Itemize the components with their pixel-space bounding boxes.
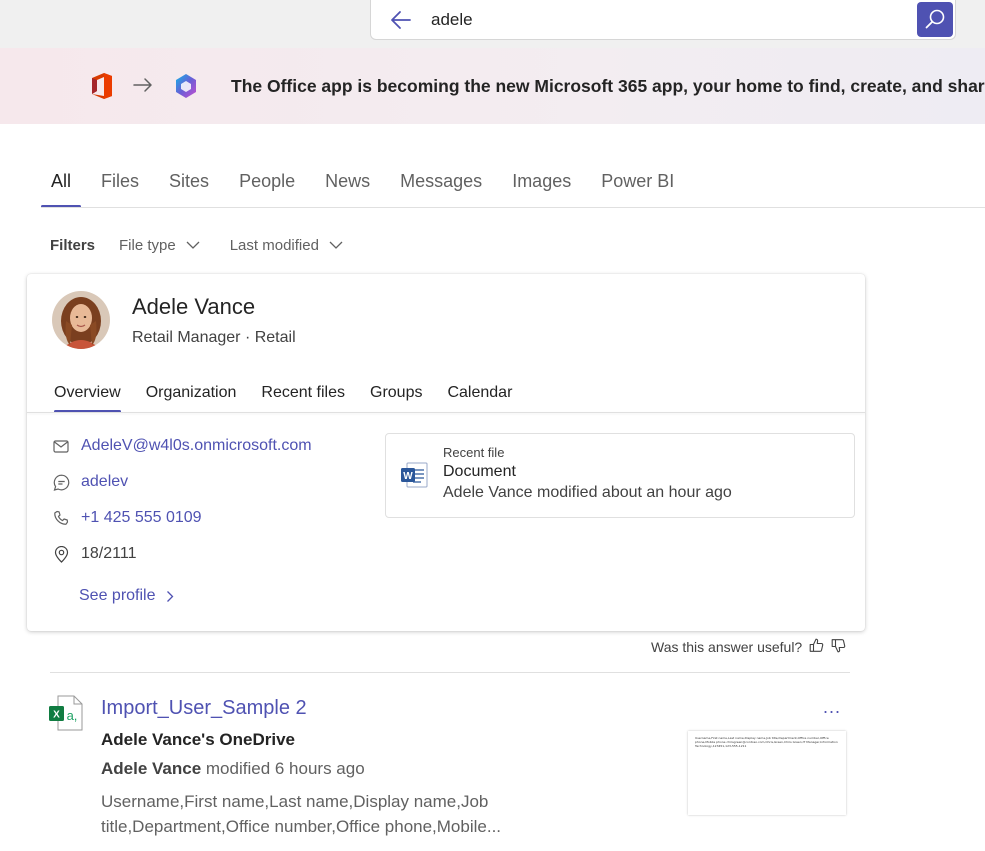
results-divider bbox=[50, 672, 850, 673]
feedback-question: Was this answer useful? bbox=[651, 639, 803, 655]
avatar[interactable] bbox=[52, 291, 110, 349]
file-type-filter[interactable]: File type bbox=[119, 237, 200, 254]
tab-images[interactable]: Images bbox=[502, 170, 581, 208]
email-link[interactable]: AdeleV@w4l0s.onmicrosoft.com bbox=[81, 437, 312, 455]
tab-news[interactable]: News bbox=[315, 170, 380, 208]
announcement-banner: The Office app is becoming the new Micro… bbox=[0, 48, 985, 124]
tab-overview[interactable]: Overview bbox=[54, 384, 121, 413]
result-thumbnail[interactable]: Username,First name,Last name,Display na… bbox=[688, 731, 846, 815]
tab-calendar[interactable]: Calendar bbox=[447, 384, 512, 413]
see-profile-label: See profile bbox=[79, 587, 156, 604]
recent-file-label: Recent file bbox=[443, 445, 505, 460]
last-modified-filter[interactable]: Last modified bbox=[230, 237, 343, 254]
result-source: Adele Vance's OneDrive bbox=[101, 730, 295, 749]
filters-label: Filters bbox=[50, 237, 96, 254]
tab-organization[interactable]: Organization bbox=[146, 384, 237, 413]
chat-link[interactable]: adelev bbox=[81, 473, 128, 491]
result-modified-by: Adele Vance bbox=[101, 759, 202, 778]
phone-icon bbox=[52, 509, 70, 527]
person-tabs: Overview Organization Recent files Group… bbox=[54, 384, 537, 413]
more-options-button[interactable]: ... bbox=[823, 697, 841, 718]
filters-bar: Filters File type Last modified bbox=[50, 237, 373, 254]
svg-text:X: X bbox=[53, 710, 60, 721]
thumbs-up-icon[interactable] bbox=[809, 638, 824, 656]
banner-message: The Office app is becoming the new Micro… bbox=[231, 76, 985, 96]
thumbnail-text: Username,First name,Last name,Display na… bbox=[695, 736, 838, 748]
microsoft-365-logo-icon bbox=[172, 72, 200, 105]
contact-phone-row: +1 425 555 0109 bbox=[52, 509, 202, 527]
search-button[interactable] bbox=[917, 2, 953, 37]
search-input[interactable]: adele bbox=[431, 10, 473, 30]
chevron-down-icon bbox=[186, 241, 200, 249]
contact-location-row: 18/2111 bbox=[52, 545, 136, 563]
result-title-link[interactable]: Import_User_Sample 2 bbox=[101, 697, 307, 720]
arrow-right-icon bbox=[133, 77, 153, 98]
excel-file-icon: a, X bbox=[48, 695, 84, 736]
person-tabs-divider bbox=[27, 412, 865, 413]
person-title: Retail Manager · Retail bbox=[132, 329, 296, 346]
tab-messages[interactable]: Messages bbox=[390, 170, 492, 208]
results-tabs: All Files Sites People News Messages Ima… bbox=[41, 170, 694, 208]
contact-chat-row: adelev bbox=[52, 473, 128, 491]
recent-file-detail: Adele Vance modified about an hour ago bbox=[443, 484, 732, 501]
recent-file-name: Document bbox=[443, 463, 516, 480]
chat-icon bbox=[52, 473, 70, 491]
answer-feedback: Was this answer useful? bbox=[651, 638, 846, 656]
tab-people[interactable]: People bbox=[229, 170, 305, 208]
search-icon bbox=[925, 9, 945, 29]
search-box[interactable]: adele bbox=[370, 0, 956, 40]
person-name: Adele Vance bbox=[132, 294, 256, 319]
location-pin-icon bbox=[52, 545, 70, 563]
recent-file-card[interactable]: W Recent file Document Adele Vance modif… bbox=[385, 433, 855, 518]
top-bar: adele bbox=[0, 0, 985, 48]
tab-recent-files[interactable]: Recent files bbox=[261, 384, 345, 413]
result-modified: Adele Vance modified 6 hours ago bbox=[101, 759, 365, 779]
svg-text:W: W bbox=[403, 471, 413, 482]
location-text: 18/2111 bbox=[81, 545, 137, 562]
see-profile-link[interactable]: See profile bbox=[79, 587, 174, 605]
word-document-icon: W bbox=[400, 462, 428, 493]
phone-link[interactable]: +1 425 555 0109 bbox=[81, 509, 202, 527]
back-arrow-icon[interactable] bbox=[389, 8, 413, 32]
tab-groups[interactable]: Groups bbox=[370, 384, 422, 413]
mail-icon bbox=[52, 437, 70, 455]
svg-text:a,: a, bbox=[67, 708, 78, 723]
tab-all[interactable]: All bbox=[41, 170, 82, 208]
result-snippet: Username,First name,Last name,Display na… bbox=[101, 792, 502, 836]
last-modified-label: Last modified bbox=[229, 237, 319, 254]
result-modified-text: modified 6 hours ago bbox=[201, 759, 365, 778]
thumbs-down-icon[interactable] bbox=[831, 638, 846, 656]
person-card: Adele Vance Retail Manager · Retail Over… bbox=[27, 274, 865, 631]
tab-files[interactable]: Files bbox=[91, 170, 149, 208]
tab-power-bi[interactable]: Power BI bbox=[591, 170, 684, 208]
contact-email-row: AdeleV@w4l0s.onmicrosoft.com bbox=[52, 437, 312, 455]
tab-sites[interactable]: Sites bbox=[159, 170, 219, 208]
chevron-down-icon bbox=[329, 241, 343, 249]
file-type-label: File type bbox=[119, 237, 176, 254]
chevron-right-icon bbox=[166, 590, 173, 602]
tabs-divider bbox=[41, 207, 985, 208]
office-logo-icon bbox=[88, 72, 116, 105]
